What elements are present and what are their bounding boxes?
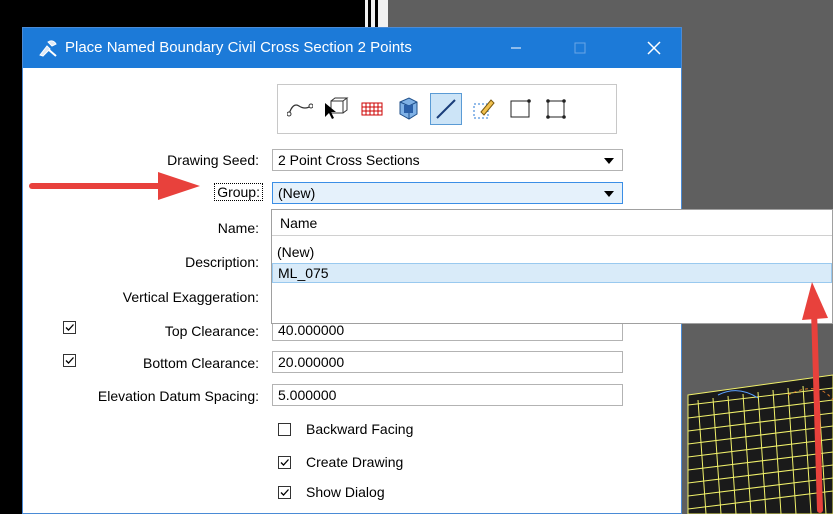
annotation-arrow-right	[802, 282, 828, 513]
tool-settings-icon	[39, 40, 57, 57]
group-dropdown-list: Name (New) ML_075	[271, 209, 833, 324]
grid-tool[interactable]	[356, 93, 388, 125]
line-tool[interactable]	[430, 93, 462, 125]
maximize-button[interactable]	[557, 28, 603, 68]
dropdown-item-selected[interactable]: ML_075	[272, 263, 832, 283]
checkmark-icon	[65, 357, 74, 364]
create-drawing-checkbox[interactable]	[278, 456, 291, 469]
dialog-title: Place Named Boundary Civil Cross Section…	[65, 39, 412, 56]
elevation-datum-label: Elevation Datum Spacing:	[97, 388, 259, 404]
pencil-dashed-icon	[473, 99, 495, 119]
elevation-datum-input[interactable]: 5.000000	[272, 384, 623, 406]
arrow-select-tool[interactable]	[320, 93, 352, 125]
dropdown-item-label: (New)	[277, 244, 315, 260]
top-clearance-value: 40.000000	[278, 322, 345, 338]
group-select[interactable]: (New)	[272, 182, 623, 204]
rectangle-corners-icon	[546, 99, 566, 119]
bottom-clearance-input[interactable]: 20.000000	[272, 351, 623, 373]
splitter-mark	[368, 0, 371, 30]
rectangle-tool[interactable]	[504, 93, 536, 125]
group-label: Group:	[214, 183, 263, 201]
close-button[interactable]	[631, 28, 677, 68]
vertical-exaggeration-label: Vertical Exaggeration:	[122, 289, 259, 305]
bottom-clearance-value: 20.000000	[278, 354, 345, 370]
rectangle-corners-tool[interactable]	[540, 93, 572, 125]
backward-facing-label: Backward Facing	[306, 421, 414, 437]
minimize-button[interactable]	[493, 28, 539, 68]
dropdown-item[interactable]: (New)	[272, 243, 832, 263]
dialog-titlebar[interactable]: Place Named Boundary Civil Cross Section…	[23, 28, 681, 68]
checkmark-icon	[280, 459, 289, 466]
drawing-seed-select[interactable]: 2 Point Cross Sections	[272, 149, 623, 171]
dropdown-header-label: Name	[280, 215, 318, 231]
bottom-clearance-checkbox[interactable]	[63, 354, 76, 367]
path-tool[interactable]	[284, 93, 316, 125]
checkmark-icon	[65, 324, 74, 331]
grid-icon	[361, 102, 383, 116]
path-icon	[287, 103, 313, 117]
splitter-mark	[375, 0, 378, 30]
line-icon	[436, 99, 456, 119]
top-clearance-label: Top Clearance:	[164, 323, 259, 339]
name-label: Name:	[217, 220, 259, 236]
chevron-down-icon	[604, 191, 614, 197]
dropdown-column-header[interactable]: Name	[272, 210, 832, 236]
annotation-arrow-left	[29, 172, 200, 200]
cube-select-icon	[325, 97, 349, 119]
dropdown-item-label: ML_075	[278, 265, 329, 281]
group-value: (New)	[278, 185, 316, 201]
3d-box-tool[interactable]	[392, 93, 424, 125]
3d-box-icon	[399, 97, 418, 120]
top-clearance-checkbox[interactable]	[63, 321, 76, 334]
elevation-datum-value: 5.000000	[278, 387, 337, 403]
minimize-icon	[511, 47, 521, 49]
edit-tool[interactable]	[468, 93, 500, 125]
checkmark-icon	[280, 489, 289, 496]
placement-mode-toolbar	[277, 84, 617, 134]
description-label: Description:	[185, 254, 259, 270]
close-icon	[647, 41, 661, 55]
create-drawing-label: Create Drawing	[306, 454, 404, 470]
show-dialog-checkbox[interactable]	[278, 486, 291, 499]
drawing-seed-value: 2 Point Cross Sections	[278, 152, 420, 168]
bottom-clearance-label: Bottom Clearance:	[143, 355, 259, 371]
show-dialog-label: Show Dialog	[306, 484, 385, 500]
backward-facing-checkbox[interactable]	[278, 423, 291, 436]
chevron-down-icon	[604, 158, 614, 164]
rectangle-icon	[510, 99, 531, 118]
maximize-icon	[574, 42, 586, 54]
